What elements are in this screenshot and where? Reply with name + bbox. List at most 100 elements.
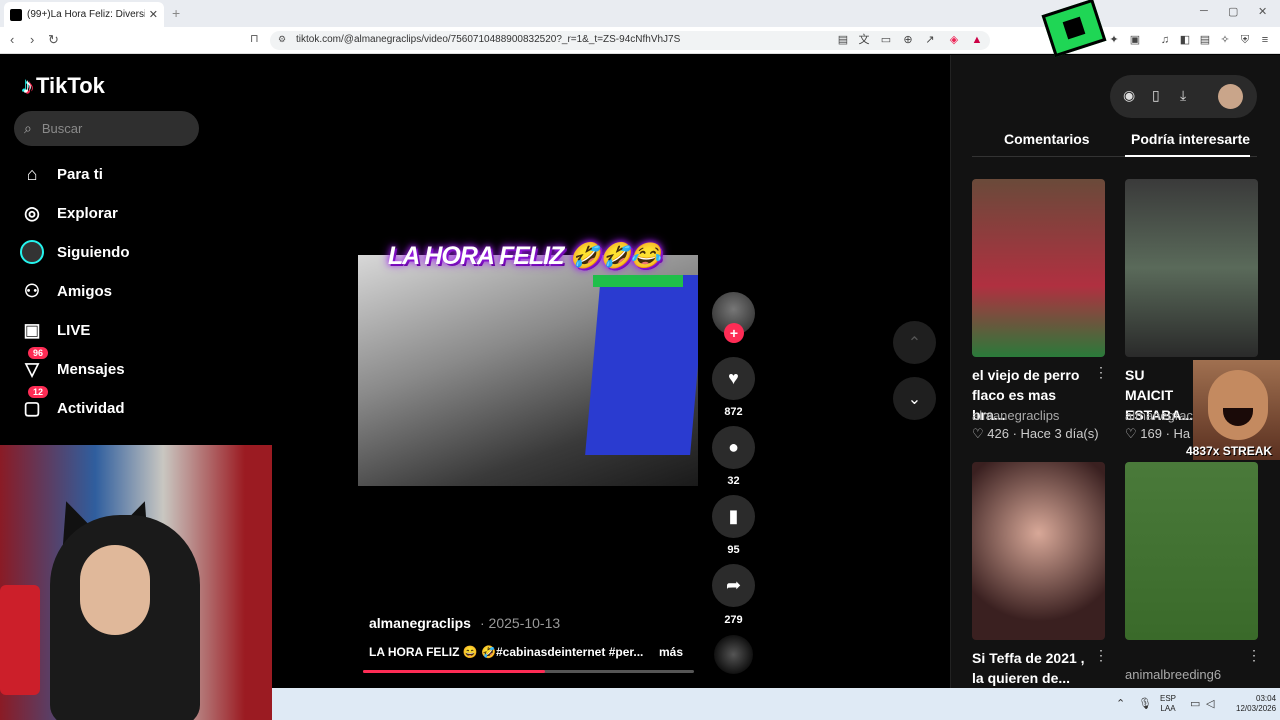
vpn-icon[interactable]: ⛨ — [1238, 33, 1252, 47]
nav-item-mensajes[interactable]: ▽ 96 Mensajes — [20, 347, 125, 381]
url-text: tiktok.com/@almanegraclips/video/7560710… — [296, 34, 681, 45]
screenshot-icon[interactable]: ▭ — [879, 33, 893, 47]
tiktok-logo[interactable]: ♪ TikTok — [22, 73, 105, 99]
more-options-icon[interactable]: ⋮ — [1247, 647, 1261, 664]
card-author[interactable]: almanegraclips — [972, 408, 1059, 423]
system-clock[interactable]: 03:04 12/03/2026 — [1236, 694, 1276, 714]
search-placeholder: Buscar — [41, 121, 83, 136]
back-icon[interactable]: ‹ — [10, 32, 14, 47]
explore-icon[interactable]: ◉ — [1123, 87, 1135, 104]
share-button[interactable]: ➦ — [712, 564, 755, 607]
zoom-icon[interactable]: ⊕ — [901, 33, 915, 47]
chevron-down-icon: ⌄ — [907, 390, 922, 408]
video-progress-bar[interactable] — [363, 670, 694, 673]
activity-icon: ▢ 12 — [20, 386, 49, 420]
sidebar-icon[interactable]: ▣ — [1128, 33, 1142, 47]
home-icon: ⌂ — [26, 163, 38, 184]
card-author[interactable]: animalbreeding6 — [1125, 667, 1221, 682]
share-count: 279 — [724, 614, 743, 626]
network-icon[interactable]: ▭ — [1190, 697, 1200, 710]
nav-item-actividad[interactable]: ▢ 12 Actividad — [20, 386, 125, 420]
site-info-icon[interactable]: ⚙ — [278, 34, 286, 45]
comment-button[interactable]: ● — [712, 426, 755, 469]
tab-close-icon[interactable]: ✕ — [149, 8, 158, 21]
panel-icon[interactable]: ◧ — [1178, 33, 1192, 47]
shield-icon[interactable]: ◈ — [947, 33, 961, 47]
card-likes: 169 — [1140, 426, 1162, 441]
messages-badge: 96 — [28, 347, 49, 359]
device-icon[interactable]: ▯ — [1152, 87, 1160, 104]
tiktok-favicon-icon — [10, 8, 22, 21]
nav-label: Siguiendo — [57, 243, 130, 261]
nav-label: Actividad — [57, 399, 125, 417]
download-icon[interactable]: ⤓ — [1180, 87, 1186, 104]
reader-icon[interactable]: ▤ — [836, 33, 850, 47]
nav-item-amigos[interactable]: ⚇ Amigos — [20, 279, 112, 303]
language-indicator[interactable]: ESP LAA — [1160, 694, 1176, 714]
nav-item-siguiendo[interactable]: Siguiendo — [20, 240, 130, 264]
nav-item-live[interactable]: ▣ LIVE — [20, 318, 90, 342]
nav-label: Explorar — [57, 204, 118, 222]
video-player[interactable] — [358, 255, 698, 486]
more-options-icon[interactable]: ⋮ — [1094, 647, 1108, 664]
lang-top: ESP — [1160, 694, 1177, 703]
wallet-icon[interactable]: ▤ — [1198, 33, 1212, 47]
search-icon: ⌕ — [24, 120, 32, 136]
media-icon[interactable]: ♫ — [1158, 33, 1172, 47]
recommended-card-thumbnail[interactable] — [1125, 179, 1258, 357]
more-link[interactable]: más — [659, 645, 683, 659]
like-button[interactable]: ♥ — [712, 357, 755, 400]
live-tv-icon: ▣ — [23, 319, 41, 340]
tray-chevron-icon[interactable]: ⌃ — [1116, 697, 1125, 710]
nav-item-explorar[interactable]: ◎ Explorar — [20, 201, 118, 225]
rewards-icon[interactable]: ▲ — [970, 33, 984, 47]
messages-icon: ▽ 96 — [20, 347, 49, 381]
logo-text: TikTok — [36, 73, 105, 98]
video-date: · 2025-10-13 — [480, 615, 561, 631]
minimize-icon[interactable]: ─ — [1200, 5, 1208, 17]
close-window-icon[interactable]: ✕ — [1258, 5, 1267, 18]
volume-icon[interactable]: ◁ — [1206, 697, 1214, 710]
bookmark-icon[interactable]: ⊓ — [250, 32, 259, 45]
recommended-card-thumbnail[interactable] — [972, 179, 1105, 357]
tab-comentarios[interactable]: Comentarios — [1004, 131, 1090, 147]
maximize-icon[interactable]: ▢ — [1228, 5, 1238, 18]
profile-avatar[interactable] — [1218, 84, 1243, 109]
extensions-icon[interactable]: ✦ — [1107, 33, 1121, 47]
tab-podria-interesarte[interactable]: Podría interesarte — [1131, 131, 1250, 147]
menu-icon[interactable]: ≡ — [1258, 33, 1272, 47]
ai-icon[interactable]: ✧ — [1218, 33, 1232, 47]
clock-time: 03:04 — [1256, 694, 1277, 703]
previous-video-button[interactable]: ⌃ — [893, 321, 936, 364]
save-button[interactable]: ▮ — [712, 495, 755, 538]
card-title[interactable]: Si Teffa de 2021 , la quieren de... — [972, 648, 1092, 688]
chevron-up-icon: ⌃ — [907, 334, 922, 352]
music-disc[interactable] — [714, 635, 753, 674]
drink-can — [0, 585, 40, 695]
video-caption-overlay: LA HORA FELIZ 🤣🤣😂 — [388, 242, 661, 270]
like-count: 872 — [724, 406, 743, 418]
save-count: 95 — [727, 544, 740, 556]
follow-button[interactable]: + — [724, 323, 744, 343]
nav-label: Amigos — [57, 282, 113, 300]
new-tab-button[interactable]: + — [172, 5, 180, 21]
translate-icon[interactable]: 文 — [857, 33, 871, 47]
video-author[interactable]: almanegraclips — [369, 615, 471, 631]
taskbar: ⌃ 🎙 ▭ ◁ — [272, 688, 1280, 720]
search-input[interactable]: ⌕ Buscar — [14, 111, 199, 146]
recommended-card-thumbnail[interactable] — [1125, 462, 1258, 640]
microphone-icon[interactable]: 🎙 — [1138, 697, 1152, 710]
streamer-face — [80, 545, 150, 635]
video-screen-content — [585, 275, 698, 455]
forward-icon[interactable]: › — [30, 32, 34, 47]
recommended-card-thumbnail[interactable] — [972, 462, 1105, 640]
friends-icon: ⚇ — [23, 280, 41, 301]
nav-item-para-ti[interactable]: ⌂ Para ti — [20, 162, 103, 186]
more-options-icon[interactable]: ⋮ — [1094, 364, 1108, 381]
card-author[interactable]: almanegrac — [1125, 408, 1193, 423]
browser-tab[interactable]: (99+)La Hora Feliz: Diversión Inf ✕ — [4, 2, 164, 27]
share-arrow-icon: ➦ — [725, 575, 742, 595]
share-icon[interactable]: ↗ — [923, 33, 937, 47]
next-video-button[interactable]: ⌄ — [893, 377, 936, 420]
reload-icon[interactable]: ↻ — [48, 32, 59, 48]
